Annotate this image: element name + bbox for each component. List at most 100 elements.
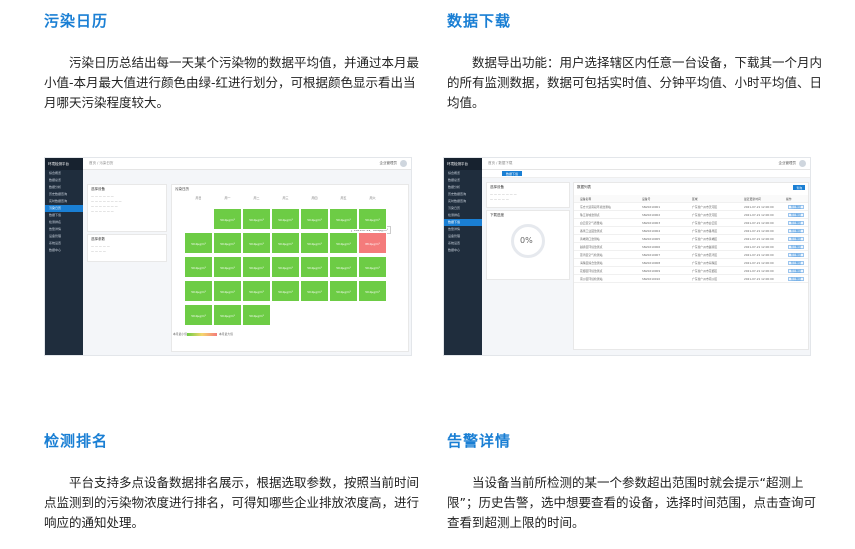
export-data-button[interactable]: 导出数据 [787, 260, 804, 265]
calendar-day-cell[interactable]: 50.0μg/m³ [329, 232, 358, 254]
calendar-weekday: 周六 [369, 196, 376, 200]
export-data-button[interactable]: 导出数据 [787, 212, 804, 217]
user-name[interactable]: 企业管理员 [779, 161, 797, 166]
table-cell: 广东省广州市南沙区 [692, 277, 718, 281]
table-cell: SN20210001 [642, 205, 661, 209]
table-cell: 2021-07-21 12:00:00 [744, 277, 774, 281]
sidebar-item[interactable]: 数据总览 [45, 177, 83, 184]
calendar-day-cell[interactable]: 50.0μg/m³ [329, 256, 358, 278]
data-download-screenshot: 环境检测平台 综合概览 数据总览 数据分析 历史数据查询 实时数据查询 污染日历… [443, 157, 811, 356]
calendar-day-cell[interactable]: 50.0μg/m³ [242, 208, 271, 230]
calendar-day-cell[interactable]: 50.0μg/m³ [213, 208, 242, 230]
sidebar-item[interactable]: 设备管理 [45, 233, 83, 240]
export-data-button[interactable]: 导出数据 [787, 236, 804, 241]
section-pollution-calendar: 污染日历 污染日历总结出每一天某个污染物的数据平均值，并通过本月最小值-本月最大… [44, 10, 424, 113]
column-header: 最近更新时间 [744, 197, 761, 201]
sidebar-item[interactable]: 告警详情 [45, 226, 83, 233]
calendar-day-cell[interactable]: 50.0μg/m³ [329, 208, 358, 230]
search-button[interactable]: 查询 [793, 185, 805, 190]
export-data-button[interactable]: 导出数据 [787, 220, 804, 225]
table-cell: 2021-07-21 12:00:00 [744, 205, 774, 209]
table-cell: 珠江新城监测点 [580, 213, 600, 217]
calendar-day-cell[interactable]: 50.0μg/m³ [242, 256, 271, 278]
panel-title: 选择设备 [91, 187, 105, 191]
sidebar-item[interactable]: 数据分析 [45, 184, 83, 191]
table-cell: 广东省广州市海珠区 [692, 261, 718, 265]
table-cell: SN20210006 [642, 245, 661, 249]
user-name[interactable]: 企业管理员 [380, 161, 398, 166]
sidebar-item[interactable]: 历史数据查询 [444, 191, 482, 198]
calendar-day-cell[interactable]: 50.0μg/m³ [242, 280, 271, 302]
calendar-day-cell[interactable]: 50.0μg/m³ [271, 232, 300, 254]
sidebar-item[interactable]: 实时数据查询 [444, 198, 482, 205]
table-cell: 广东省广州市黄埔区 [692, 237, 718, 241]
export-data-button[interactable]: 导出数据 [787, 204, 804, 209]
sidebar-item[interactable]: 污染日历 [444, 205, 482, 212]
sidebar-item[interactable]: 系统设置 [444, 240, 482, 247]
calendar-day-cell[interactable]: 50.0μg/m³ [300, 232, 329, 254]
sidebar-item[interactable]: 历史数据查询 [45, 191, 83, 198]
table-cell: 2021-07-21 12:00:00 [744, 213, 774, 217]
progress-percent: 0% [520, 236, 533, 245]
device-select-panel: 选择设备 — — — — — — — — — — — — — — — — — —… [87, 184, 167, 232]
table-cell: SN20210009 [642, 269, 661, 273]
calendar-day-cell[interactable]: 50.0μg/m³ [213, 256, 242, 278]
tab-data-download[interactable]: 数据下载 [502, 171, 523, 176]
export-data-button[interactable]: 导出数据 [787, 244, 804, 249]
sidebar-item[interactable]: 系统设置 [45, 240, 83, 247]
column-header: 设备号 [642, 197, 651, 201]
sidebar-item[interactable]: 数据中心 [444, 247, 482, 254]
calendar-day-cell[interactable]: 50.0μg/m³ [213, 280, 242, 302]
avatar[interactable] [400, 160, 407, 167]
calendar-day-cell[interactable]: 50.0μg/m³ [329, 280, 358, 302]
sidebar-item[interactable]: 检测排名 [444, 212, 482, 219]
calendar-day-cell[interactable]: 50.0μg/m³ [184, 304, 213, 326]
table-cell: 海珠区综合监测站 [580, 261, 603, 265]
calendar-day-cell-hot[interactable]: 88.0μg/m³ [358, 232, 387, 254]
calendar-day-cell[interactable]: 50.0μg/m³ [242, 304, 271, 326]
sidebar-item[interactable]: 数据中心 [45, 247, 83, 254]
calendar-day-cell[interactable]: 50.0μg/m³ [358, 208, 387, 230]
table-cell: 广东省广州市花都区 [692, 269, 718, 273]
calendar-day-cell[interactable]: 50.0μg/m³ [184, 232, 213, 254]
calendar-day-cell[interactable]: 50.0μg/m³ [184, 280, 213, 302]
sidebar-item[interactable]: 设备管理 [444, 233, 482, 240]
sidebar-item[interactable]: 数据总览 [444, 177, 482, 184]
export-data-button[interactable]: 导出数据 [787, 252, 804, 257]
sidebar-item[interactable]: 数据分析 [444, 184, 482, 191]
calendar-day-cell[interactable]: 50.0μg/m³ [242, 232, 271, 254]
calendar-day-cell[interactable]: 50.0μg/m³ [300, 256, 329, 278]
export-data-button[interactable]: 导出数据 [787, 276, 804, 281]
calendar-day-cell[interactable]: 50.0μg/m³ [213, 304, 242, 326]
sidebar-item[interactable]: 告警详情 [444, 226, 482, 233]
info-line: — — — — — — [91, 209, 114, 213]
param-select-panel: 选择参数 — — — — — — — — — [87, 234, 167, 262]
calendar-day-cell[interactable]: 50.0μg/m³ [300, 280, 329, 302]
sidebar-item[interactable]: 检测排名 [45, 219, 83, 226]
sidebar-item[interactable]: 综合概览 [444, 170, 482, 177]
export-data-button[interactable]: 导出数据 [787, 268, 804, 273]
sidebar-item[interactable]: 实时数据查询 [45, 198, 83, 205]
calendar-day-cell[interactable]: 50.0μg/m³ [300, 208, 329, 230]
calendar-day-cell[interactable]: 50.0μg/m³ [213, 232, 242, 254]
sidebar-item[interactable]: 数据下载 [45, 212, 83, 219]
export-data-button[interactable]: 导出数据 [787, 228, 804, 233]
calendar-day-cell[interactable]: 50.0μg/m³ [271, 208, 300, 230]
calendar-day-cell[interactable]: 50.0μg/m³ [271, 256, 300, 278]
calendar-day-cell[interactable]: 50.0μg/m³ [358, 256, 387, 278]
info-line: — — — — [91, 249, 106, 253]
legend-max-label: 本月最大值 [219, 332, 233, 336]
sidebar-item-data-download[interactable]: 数据下载 [444, 219, 482, 226]
table-row: 东方大道南段环境监测站 SN20210001 广东省广州市天河区 2021-07-21… [574, 203, 808, 211]
column-header: 操作 [786, 197, 792, 201]
sidebar-item[interactable]: 综合概览 [45, 170, 83, 177]
calendar-day-cell[interactable]: 50.0μg/m³ [358, 280, 387, 302]
table-cell: SN20210010 [642, 277, 661, 281]
sidebar: 环境检测平台 综合概览 数据总览 数据分析 历史数据查询 实时数据查询 污染日历… [444, 158, 482, 355]
panel-title: 选择参数 [91, 237, 105, 241]
calendar-day-cell[interactable]: 50.0μg/m³ [271, 280, 300, 302]
table-row: 珠江新城监测点 SN20210002 广东省广州市天河区 2021-07-21 12:… [574, 211, 808, 219]
sidebar-item-pollution-calendar[interactable]: 污染日历 [45, 205, 83, 212]
calendar-day-cell[interactable]: 50.0μg/m³ [184, 256, 213, 278]
avatar[interactable] [799, 160, 806, 167]
